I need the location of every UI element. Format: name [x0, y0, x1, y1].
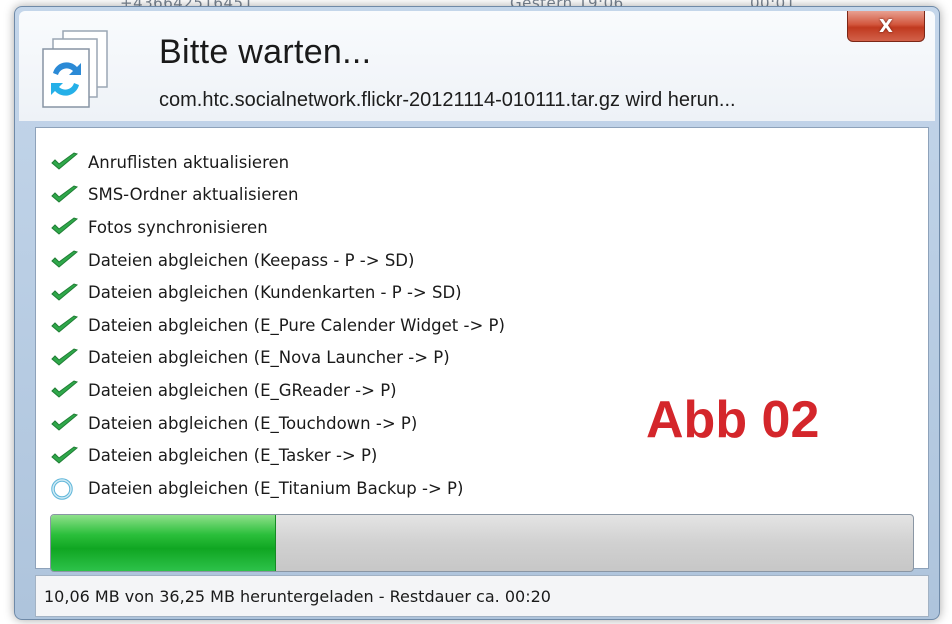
task-item: Dateien abgleichen (Kundenkarten - P -> …	[50, 276, 505, 309]
busy-spinner-icon	[50, 478, 80, 500]
checkmark-icon	[50, 152, 80, 172]
close-icon: X	[879, 15, 893, 37]
checkmark-icon	[50, 446, 80, 466]
close-button[interactable]: X	[847, 11, 925, 42]
sync-documents-icon	[39, 29, 111, 111]
task-label: Dateien abgleichen (E_Nova Launcher -> P…	[88, 348, 450, 368]
task-panel: Anruflisten aktualisieren SMS-Ordner aktu…	[35, 127, 929, 572]
checkmark-icon	[50, 250, 80, 270]
task-label: Dateien abgleichen (E_Pure Calender Widg…	[88, 315, 505, 335]
task-label: Dateien abgleichen (E_Touchdown -> P)	[88, 413, 418, 433]
checkmark-icon	[50, 185, 80, 205]
task-label: Dateien abgleichen (E_Titanium Backup ->…	[88, 478, 464, 498]
task-label: Fotos synchronisieren	[88, 217, 268, 237]
task-item: Dateien abgleichen (E_Pure Calender Widg…	[50, 309, 505, 342]
task-item: Dateien abgleichen (E_GReader -> P)	[50, 374, 505, 407]
task-label: Dateien abgleichen (Kundenkarten - P -> …	[88, 283, 462, 303]
checkmark-icon	[50, 380, 80, 400]
checkmark-icon	[50, 413, 80, 433]
status-bar: 10,06 MB von 36,25 MB heruntergeladen - …	[35, 575, 929, 617]
task-item: Dateien abgleichen (E_Tasker -> P)	[50, 439, 505, 472]
task-list: Anruflisten aktualisieren SMS-Ordner aktu…	[50, 146, 505, 505]
checkmark-icon	[50, 283, 80, 303]
dialog-title: Bitte warten...	[159, 33, 372, 71]
task-item: SMS-Ordner aktualisieren	[50, 179, 505, 212]
task-item: Fotos synchronisieren	[50, 211, 505, 244]
progress-bar	[50, 514, 914, 572]
wait-dialog: Bitte warten... com.htc.socialnetwork.fl…	[14, 6, 940, 620]
task-label: Anruflisten aktualisieren	[88, 152, 290, 172]
task-label: Dateien abgleichen (E_Tasker -> P)	[88, 446, 378, 466]
task-item: Dateien abgleichen (Keepass - P -> SD)	[50, 244, 505, 277]
dialog-subtitle: com.htc.socialnetwork.flickr-20121114-01…	[159, 89, 736, 111]
task-label: Dateien abgleichen (Keepass - P -> SD)	[88, 250, 415, 270]
task-label: SMS-Ordner aktualisieren	[88, 185, 299, 205]
checkmark-icon	[50, 217, 80, 237]
checkmark-icon	[50, 348, 80, 368]
checkmark-icon	[50, 315, 80, 335]
status-text: 10,06 MB von 36,25 MB heruntergeladen - …	[44, 586, 551, 606]
task-item: Anruflisten aktualisieren	[50, 146, 505, 179]
task-item: Dateien abgleichen (E_Titanium Backup ->…	[50, 472, 505, 505]
progress-fill	[51, 515, 277, 571]
dialog-header: Bitte warten... com.htc.socialnetwork.fl…	[19, 11, 935, 121]
figure-annotation: Abb 02	[646, 391, 820, 449]
task-item: Dateien abgleichen (E_Nova Launcher -> P…	[50, 342, 505, 375]
task-label: Dateien abgleichen (E_GReader -> P)	[88, 380, 397, 400]
task-item: Dateien abgleichen (E_Touchdown -> P)	[50, 407, 505, 440]
